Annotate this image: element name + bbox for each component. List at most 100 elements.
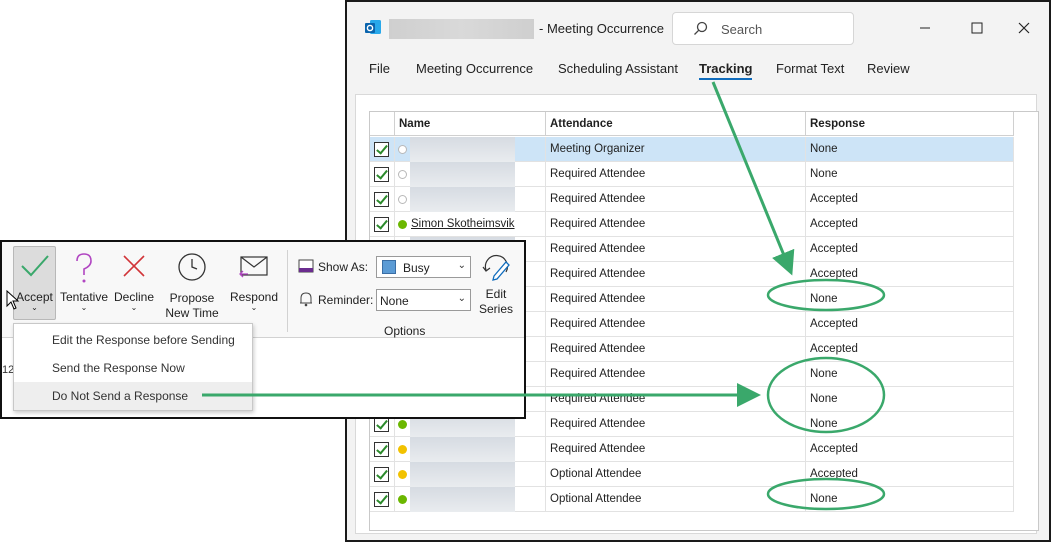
tab-review[interactable]: Review — [867, 61, 910, 76]
attendee-name[interactable]: Simon Skotheimsvik — [411, 218, 515, 230]
attendance-cell[interactable]: Optional Attendee — [546, 462, 806, 487]
attendance-cell[interactable]: Required Attendee — [546, 337, 806, 362]
menu-item-do-not-send[interactable]: Do Not Send a Response — [14, 382, 252, 410]
envelope-icon — [239, 256, 268, 278]
attendance-cell[interactable]: Required Attendee — [546, 412, 806, 437]
response-cell: None — [806, 287, 1014, 312]
options-group-label: Options — [384, 324, 426, 338]
name-cell — [395, 437, 546, 462]
attendee-checkbox[interactable] — [374, 217, 389, 232]
meeting-ribbon-callout: Accept ⌄ Tentative ⌄ Decline ⌄ Propose N… — [0, 240, 526, 419]
attendance-cell[interactable]: Optional Attendee — [546, 487, 806, 512]
response-cell: Accepted — [806, 187, 1014, 212]
checkbox-cell — [370, 462, 395, 487]
response-cell: None — [806, 362, 1014, 387]
chevron-down-icon: ⌄ — [250, 303, 258, 312]
accept-dropdown-menu: Edit the Response before Sending Send th… — [13, 323, 253, 411]
tentative-label: Tentative — [59, 290, 109, 304]
ribbon-separator — [287, 250, 288, 332]
reminder-value: None — [380, 294, 409, 308]
attendee-checkbox[interactable] — [374, 142, 389, 157]
tab-file[interactable]: File — [369, 61, 390, 76]
redacted-attendee-name — [410, 137, 515, 162]
response-cell: Accepted — [806, 312, 1014, 337]
maximize-icon[interactable] — [967, 18, 987, 38]
chevron-down-icon: ⌄ — [457, 293, 466, 304]
checkbox-cell — [370, 212, 395, 237]
response-cell: None — [806, 412, 1014, 437]
tab-meeting-occurrence[interactable]: Meeting Occurrence — [416, 61, 533, 76]
attendance-cell[interactable]: Required Attendee — [546, 237, 806, 262]
name-cell: Simon Skotheimsvik — [395, 212, 546, 237]
attendance-cell[interactable]: Required Attendee — [546, 287, 806, 312]
menu-item-label: Edit the Response before Sending — [52, 333, 235, 347]
decline-x-icon — [123, 255, 145, 277]
table-row[interactable]: Required Attendee Accepted — [370, 437, 1014, 462]
attendee-checkbox[interactable] — [374, 192, 389, 207]
table-row[interactable]: Required Attendee Accepted — [370, 187, 1014, 212]
attendance-cell[interactable]: Required Attendee — [546, 162, 806, 187]
name-cell — [395, 137, 546, 162]
attendee-checkbox[interactable] — [374, 167, 389, 182]
attendee-checkbox[interactable] — [374, 492, 389, 507]
table-row[interactable]: Optional Attendee Accepted — [370, 462, 1014, 487]
column-header-attendance[interactable]: Attendance — [546, 112, 806, 136]
show-as-dropdown[interactable]: Busy ⌄ — [376, 256, 471, 278]
menu-item-send-now[interactable]: Send the Response Now — [14, 354, 252, 382]
chevron-down-icon: ⌄ — [457, 260, 466, 271]
attendee-checkbox[interactable] — [374, 442, 389, 457]
attendee-checkbox[interactable] — [374, 467, 389, 482]
tentative-button[interactable]: Tentative ⌄ — [58, 246, 110, 318]
response-cell: Accepted — [806, 437, 1014, 462]
attendance-cell[interactable]: Required Attendee — [546, 262, 806, 287]
outlook-app-icon — [365, 20, 381, 34]
checkbox-cell — [370, 162, 395, 187]
table-row[interactable]: Optional Attendee None — [370, 487, 1014, 512]
tab-tracking[interactable]: Tracking — [699, 61, 753, 80]
table-row[interactable]: Required Attendee None — [370, 162, 1014, 187]
search-placeholder: Search — [721, 22, 763, 37]
response-cell: Accepted — [806, 462, 1014, 487]
checkbox-cell — [370, 187, 395, 212]
name-cell — [395, 462, 546, 487]
table-row[interactable]: Simon Skotheimsvik Required Attendee Accep… — [370, 212, 1014, 237]
menu-item-label: Send the Response Now — [52, 361, 185, 375]
response-cell: Accepted — [806, 237, 1014, 262]
chevron-down-icon: ⌄ — [80, 303, 88, 312]
reminder-dropdown[interactable]: None ⌄ — [376, 289, 471, 311]
name-cell — [395, 162, 546, 187]
attendance-cell[interactable]: Required Attendee — [546, 362, 806, 387]
menu-item-edit-response[interactable]: Edit the Response before Sending — [14, 326, 252, 354]
attendee-checkbox[interactable] — [374, 417, 389, 432]
respond-button[interactable]: Respond ⌄ — [228, 246, 280, 318]
decline-button[interactable]: Decline ⌄ — [110, 246, 158, 318]
search-box[interactable]: Search — [672, 12, 854, 45]
attendance-cell[interactable]: Required Attendee — [546, 212, 806, 237]
attendance-cell[interactable]: Required Attendee — [546, 312, 806, 337]
show-as-label: Show As: — [318, 260, 369, 274]
attendance-cell[interactable]: Meeting Organizer — [546, 137, 806, 162]
edit-series-icon — [482, 255, 510, 281]
show-as-calendar-icon — [298, 259, 314, 273]
edit-series-button[interactable]: Edit Series — [474, 246, 518, 318]
tab-scheduling-assistant[interactable]: Scheduling Assistant — [558, 61, 678, 76]
checkbox-column-header — [370, 112, 395, 136]
column-header-response[interactable]: Response — [806, 112, 1014, 136]
ribbon-tabs: File Meeting Occurrence Scheduling Assis… — [347, 57, 1049, 81]
response-cell: Accepted — [806, 212, 1014, 237]
attendance-cell[interactable]: Required Attendee — [546, 387, 806, 412]
response-cell: None — [806, 137, 1014, 162]
attendance-cell[interactable]: Required Attendee — [546, 437, 806, 462]
column-header-name[interactable]: Name — [395, 112, 546, 136]
redacted-attendee-name — [410, 487, 515, 512]
propose-new-time-button[interactable]: Propose New Time — [158, 246, 226, 320]
name-cell — [395, 487, 546, 512]
close-icon[interactable] — [1014, 18, 1034, 38]
table-row[interactable]: Meeting Organizer None — [370, 137, 1014, 162]
checkbox-cell — [370, 487, 395, 512]
attendance-cell[interactable]: Required Attendee — [546, 187, 806, 212]
checkbox-cell — [370, 137, 395, 162]
redacted-attendee-name — [410, 187, 515, 212]
tab-format-text[interactable]: Format Text — [776, 61, 844, 76]
minimize-icon[interactable] — [915, 18, 935, 38]
